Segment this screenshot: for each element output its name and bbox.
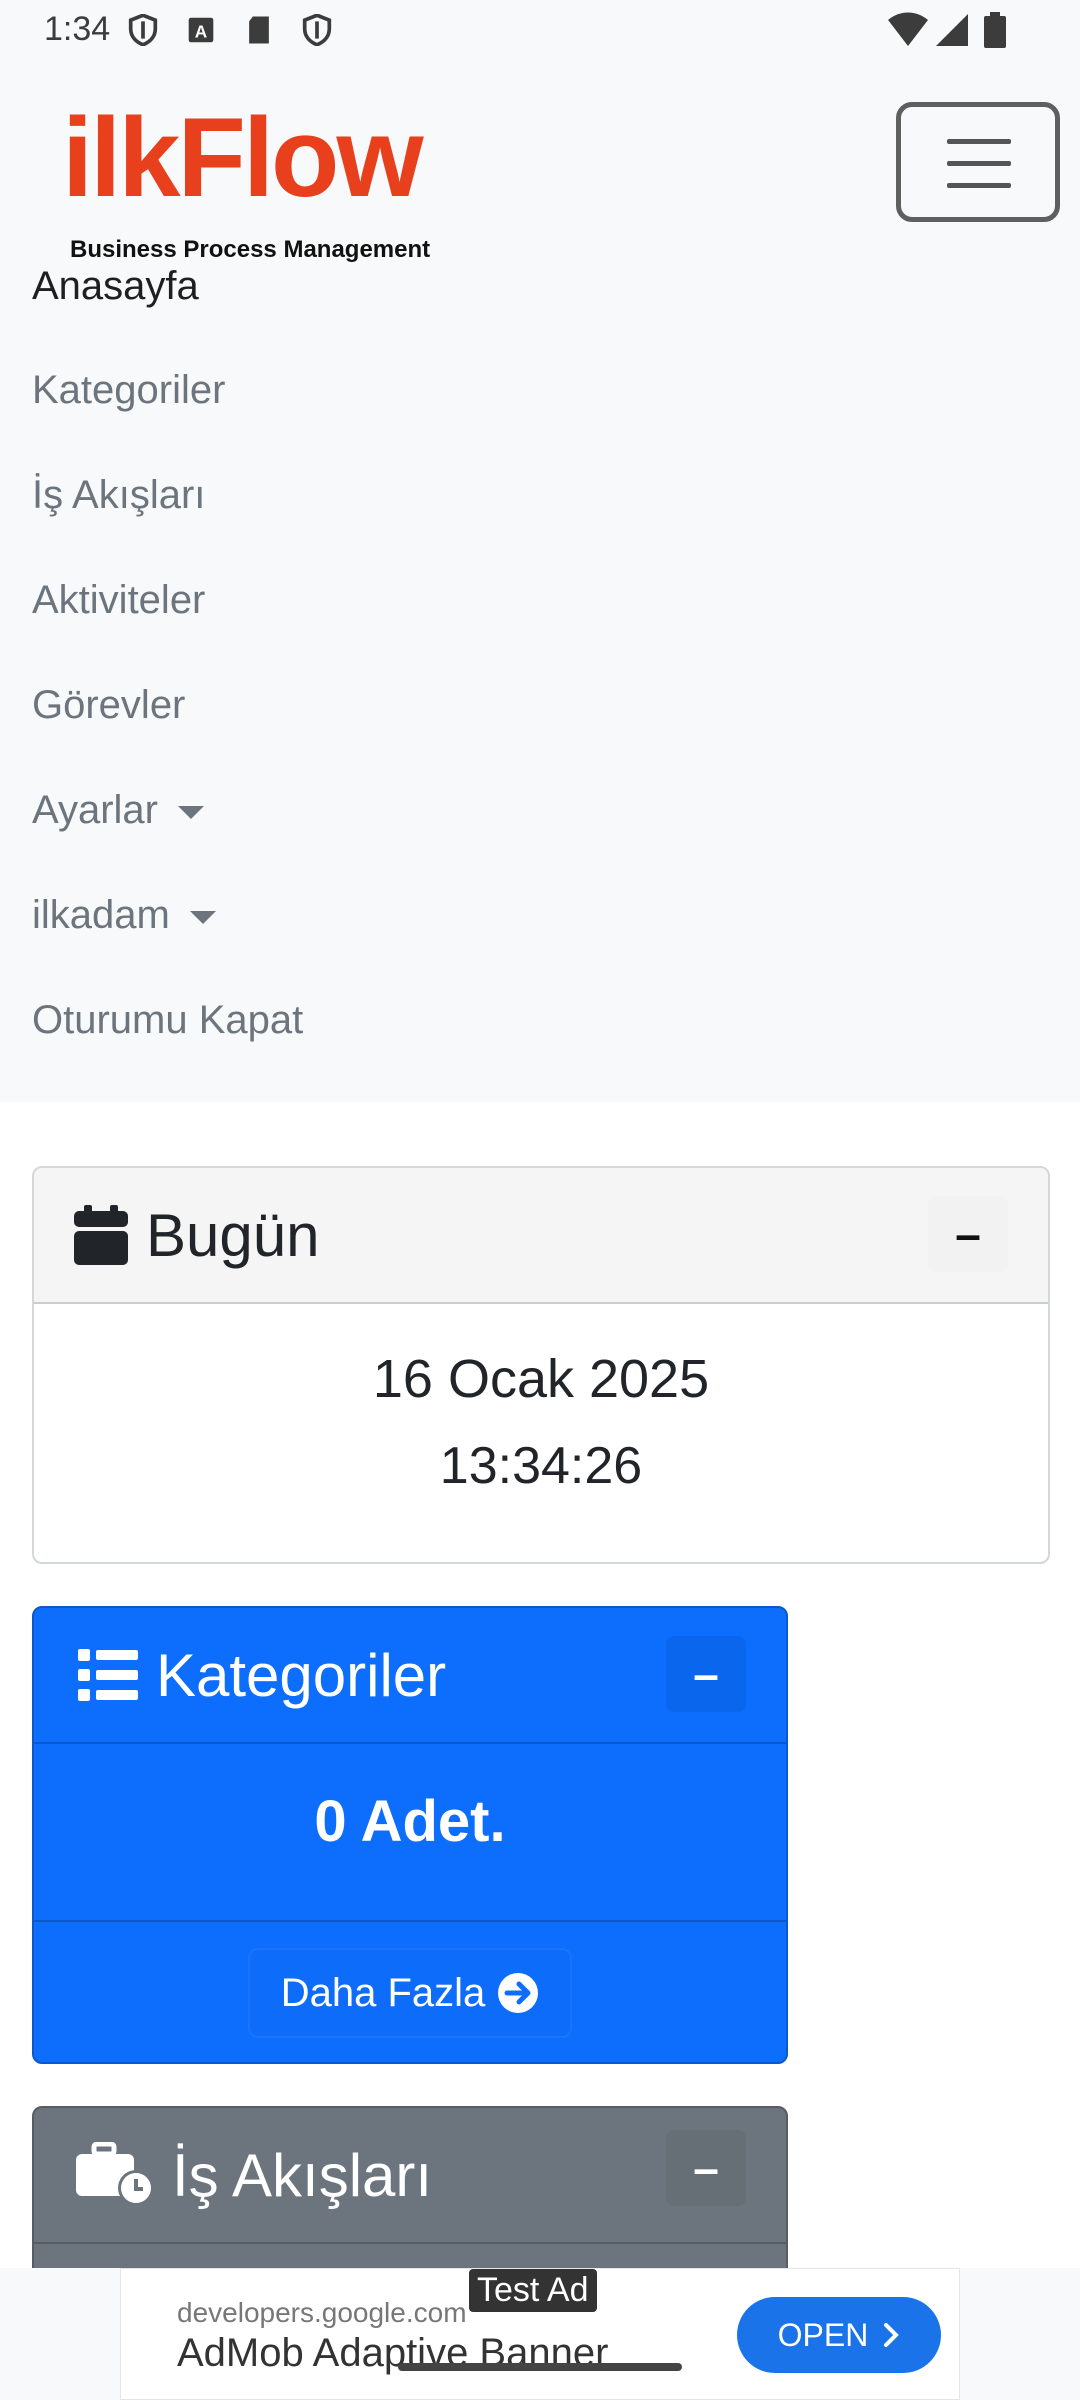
categories-card: Kategoriler – 0 Adet. Daha Fazla <box>32 1606 788 2064</box>
more-button-label: Daha Fazla <box>280 1970 486 2015</box>
nav-item-anasayfa[interactable]: Anasayfa <box>32 264 199 309</box>
today-date: 16 Ocak 2025 <box>372 1349 710 1409</box>
caret-down-icon <box>177 806 204 819</box>
nav-item-gorevler[interactable]: Görevler <box>32 683 185 728</box>
today-card: Bugün – 16 Ocak 2025 13:34:26 <box>32 1166 1050 1564</box>
nav-item-label: Anasayfa <box>32 264 199 308</box>
shield-icon <box>128 14 158 46</box>
hamburger-line <box>947 161 1011 166</box>
nav-item-label: Ayarlar <box>32 788 158 832</box>
wifi-icon <box>888 12 928 46</box>
caret-down-icon <box>189 911 216 924</box>
signal-icon <box>936 14 968 46</box>
test-ad-badge: Test Ad <box>469 2269 597 2312</box>
categories-count: 0 Adet. <box>314 1789 506 1854</box>
list-icon <box>78 1649 138 1701</box>
nav-item-aktiviteler[interactable]: Aktiviteler <box>32 578 205 623</box>
ad-domain: developers.google.com <box>177 2297 467 2328</box>
calendar-icon <box>74 1205 128 1265</box>
nav-item-kategoriler[interactable]: Kategoriler <box>32 368 225 413</box>
nav-item-label: Kategoriler <box>32 368 226 412</box>
nav-item-oturumu-kapat[interactable]: Oturumu Kapat <box>32 998 303 1043</box>
ad-open-label: OPEN <box>777 2316 869 2353</box>
today-time: 13:34:26 <box>439 1437 643 1495</box>
nav-item-label: İş Akışları <box>32 473 206 517</box>
navbar: ilkFlow Business Process Management Anas… <box>0 62 1080 1102</box>
nav-item-label: Oturumu Kapat <box>32 998 304 1042</box>
status-time: 1:34 <box>44 10 111 48</box>
brand-logo[interactable]: ilkFlow Business Process Management <box>62 95 442 264</box>
nav-item-ilkadam[interactable]: ilkadam <box>32 893 216 938</box>
hamburger-line <box>947 139 1011 144</box>
svg-text:A: A <box>195 21 207 41</box>
status-bar: 1:34 A <box>0 0 1080 62</box>
nav-item-ayarlar[interactable]: Ayarlar <box>32 788 204 833</box>
collapse-button[interactable]: – <box>666 1636 746 1712</box>
hamburger-line <box>947 183 1011 188</box>
today-card-title: Bugün <box>146 1201 320 1269</box>
nav-item-label: ilkadam <box>32 893 170 937</box>
shield-icon <box>302 14 332 46</box>
collapse-button[interactable]: – <box>666 2130 746 2206</box>
categories-card-header: Kategoriler – <box>34 1608 786 1744</box>
workflows-card-header: İş Akışları – <box>34 2108 786 2244</box>
today-card-header: Bugün – <box>34 1168 1048 1304</box>
nav-item-label: Aktiviteler <box>32 578 206 622</box>
categories-card-title: Kategoriler <box>156 1641 447 1709</box>
font-a-icon: A <box>188 17 214 43</box>
workflows-card-title: İş Akışları <box>172 2141 433 2209</box>
more-button[interactable]: Daha Fazla <box>248 1948 572 2038</box>
nav-item-label: Görevler <box>32 683 186 727</box>
ad-content[interactable]: developers.google.com AdMob Adaptive Ban… <box>120 2268 960 2400</box>
briefcase-clock-icon <box>76 2142 154 2206</box>
nav-item-is-akislari[interactable]: İş Akışları <box>32 473 205 518</box>
chevron-right-icon <box>884 2323 900 2347</box>
sd-card-icon <box>249 16 269 44</box>
ad-banner[interactable]: developers.google.com AdMob Adaptive Ban… <box>0 2268 1080 2400</box>
brand-subtitle: Business Process Management <box>70 236 431 263</box>
divider <box>34 1920 786 1922</box>
menu-toggle-button[interactable] <box>896 102 1060 222</box>
ad-open-button[interactable]: OPEN <box>737 2297 941 2373</box>
battery-icon <box>984 12 1006 48</box>
collapse-button[interactable]: – <box>928 1196 1008 1272</box>
home-indicator[interactable] <box>398 2363 682 2371</box>
arrow-right-circle-icon <box>498 1973 539 2013</box>
brand-name: ilkFlow <box>62 95 424 220</box>
